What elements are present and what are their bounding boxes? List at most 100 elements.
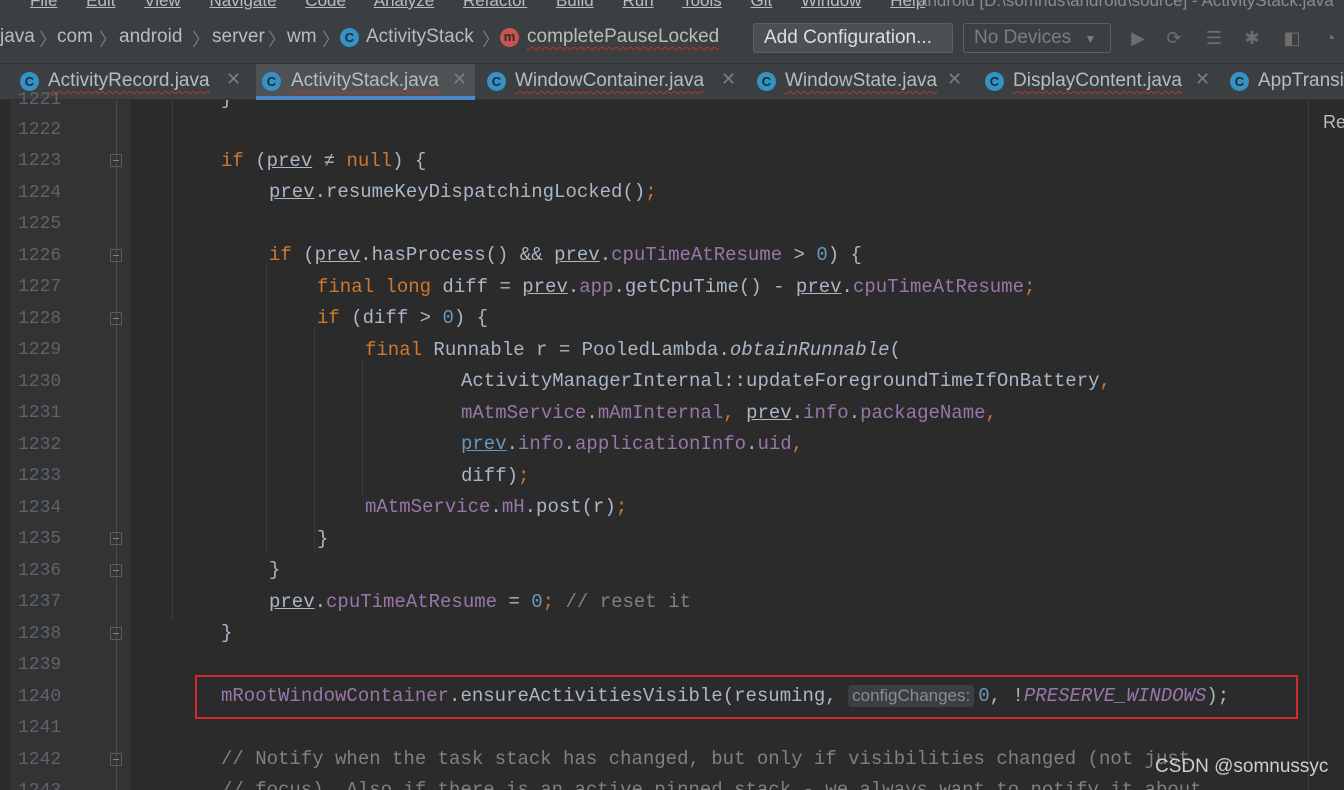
- add-configuration-button[interactable]: Add Configuration...: [753, 23, 953, 53]
- line-number: 1234: [18, 498, 62, 518]
- line-number: 1230: [18, 372, 62, 392]
- breadcrumb-activitystack[interactable]: ActivityStack: [366, 26, 474, 48]
- menu-file[interactable]: File: [30, 0, 57, 10]
- tab-label: WindowState.java: [785, 70, 938, 91]
- tab-activitystack[interactable]: C ActivityStack.java ✕: [256, 64, 475, 100]
- line-number: 1229: [18, 340, 62, 360]
- code-line-1237: prev.cpuTimeAtResume = 0; // reset it: [269, 591, 691, 613]
- tab-windowstate[interactable]: C WindowState.java ✕: [755, 64, 973, 100]
- navigation-bar: java 〉 com 〉 android 〉 server 〉 wm 〉 C A…: [0, 14, 1344, 64]
- fold-marker[interactable]: [110, 753, 122, 766]
- declaration: Runnable r = PooledLambda.: [422, 339, 730, 361]
- method-call: .resumeKeyDispatchingLocked(): [314, 181, 646, 203]
- menu-window[interactable]: Window: [801, 0, 861, 10]
- line-number: 1227: [18, 277, 62, 297]
- field: info: [518, 433, 564, 455]
- brace: }: [317, 528, 329, 550]
- reader-mode-label[interactable]: Re: [1323, 112, 1344, 133]
- fold-marker[interactable]: [110, 249, 122, 262]
- run-icon[interactable]: ▶: [1128, 28, 1148, 48]
- method-icon: m: [500, 28, 519, 47]
- variable: prev: [795, 276, 842, 298]
- class-icon: C: [985, 72, 1004, 91]
- breadcrumb-java[interactable]: java: [0, 26, 35, 48]
- fold-marker[interactable]: [110, 154, 122, 167]
- menu-git[interactable]: Git: [751, 0, 773, 10]
- profiler-icon[interactable]: ◔: [1320, 28, 1340, 48]
- breadcrumb-separator: 〉: [322, 30, 340, 50]
- field: mAtmService: [461, 402, 587, 424]
- variable: prev: [314, 244, 361, 266]
- tab-label: AppTransi: [1258, 70, 1344, 91]
- variable: prev: [554, 244, 600, 266]
- menu-bar: File Edit View Navigate Code Analyze Ref…: [0, 0, 1344, 14]
- close-icon[interactable]: ✕: [452, 69, 467, 90]
- line-number: 1231: [18, 403, 62, 423]
- close-icon[interactable]: ✕: [721, 69, 736, 90]
- field: cpuTimeAtResume: [326, 591, 498, 613]
- line-number: 1226: [18, 246, 62, 266]
- breadcrumb-server[interactable]: server: [212, 26, 265, 48]
- code-line-1227: final long diff = prev.app.getCpuTime() …: [317, 276, 1036, 298]
- variable: prev: [461, 433, 507, 455]
- field: app: [579, 276, 614, 298]
- debug-bug-icon[interactable]: ✱: [1242, 28, 1262, 48]
- menu-analyze[interactable]: Analyze: [374, 0, 434, 10]
- indent-guide: [172, 100, 173, 620]
- keyword: if: [317, 307, 340, 329]
- line-number: 1233: [18, 466, 62, 486]
- breadcrumb-wm[interactable]: wm: [287, 26, 317, 48]
- breadcrumb-android[interactable]: android: [119, 26, 182, 48]
- field: uid: [757, 433, 792, 455]
- menu-view[interactable]: View: [144, 0, 181, 10]
- tab-displaycontent[interactable]: C DisplayContent.java ✕: [983, 64, 1223, 100]
- code-line-1232: prev.info.applicationInfo.uid,: [461, 433, 804, 455]
- breadcrumb-method[interactable]: completePauseLocked: [527, 26, 719, 48]
- indent-guide: [266, 265, 267, 553]
- fold-guide-line: [116, 100, 117, 790]
- fold-end-marker[interactable]: [110, 564, 122, 577]
- tab-apptransition[interactable]: C AppTransi: [1228, 64, 1344, 100]
- field: cpuTimeAtResume: [611, 244, 783, 266]
- menu-navigate[interactable]: Navigate: [209, 0, 276, 10]
- menu-build[interactable]: Build: [556, 0, 594, 10]
- variable: prev: [269, 181, 315, 203]
- line-number: 1228: [18, 309, 62, 329]
- menu-refactor[interactable]: Refactor: [463, 0, 527, 10]
- keyword: final: [365, 339, 423, 361]
- attach-debugger-icon[interactable]: ◧: [1282, 28, 1302, 48]
- code-line-1242: // Notify when the task stack has change…: [221, 748, 1190, 770]
- list-icon[interactable]: ☰: [1204, 28, 1224, 48]
- menu-tools[interactable]: Tools: [682, 0, 722, 10]
- close-icon[interactable]: ✕: [947, 69, 962, 90]
- field: cpuTimeAtResume: [852, 276, 1024, 298]
- devices-dropdown[interactable]: No Devices ▼: [963, 23, 1111, 53]
- menu-code[interactable]: Code: [305, 0, 346, 10]
- code-line-1238: }: [221, 622, 232, 644]
- code-line-1229: final Runnable r = PooledLambda.obtainRu…: [365, 339, 901, 361]
- code-line-1221: }: [221, 100, 232, 110]
- breadcrumb-separator: 〉: [482, 30, 500, 50]
- operator: =: [497, 591, 532, 613]
- line-number: 1240: [18, 687, 62, 707]
- fold-end-marker[interactable]: [110, 627, 122, 640]
- argument: diff): [461, 465, 519, 487]
- variable: prev: [522, 276, 568, 298]
- apply-changes-icon[interactable]: ⟳: [1164, 28, 1184, 48]
- menu-run[interactable]: Run: [622, 0, 653, 10]
- fold-end-marker[interactable]: [110, 532, 122, 545]
- fold-marker[interactable]: [110, 312, 122, 325]
- breadcrumb-separator: 〉: [268, 30, 286, 50]
- close-icon[interactable]: ✕: [1195, 69, 1210, 90]
- tab-windowcontainer[interactable]: C WindowContainer.java ✕: [485, 64, 747, 100]
- line-number: 1224: [18, 183, 62, 203]
- code-line-1224: prev.resumeKeyDispatchingLocked();: [269, 181, 657, 203]
- keyword: if: [221, 150, 244, 172]
- code-line-1243: // focus). Also if there is an active pi…: [221, 779, 1202, 790]
- indent-guide: [314, 327, 315, 553]
- line-number: 1239: [18, 655, 62, 675]
- menu-edit[interactable]: Edit: [86, 0, 115, 10]
- breadcrumb-com[interactable]: com: [57, 26, 93, 48]
- breadcrumb-separator: 〉: [39, 30, 57, 50]
- close-icon[interactable]: ✕: [226, 69, 241, 90]
